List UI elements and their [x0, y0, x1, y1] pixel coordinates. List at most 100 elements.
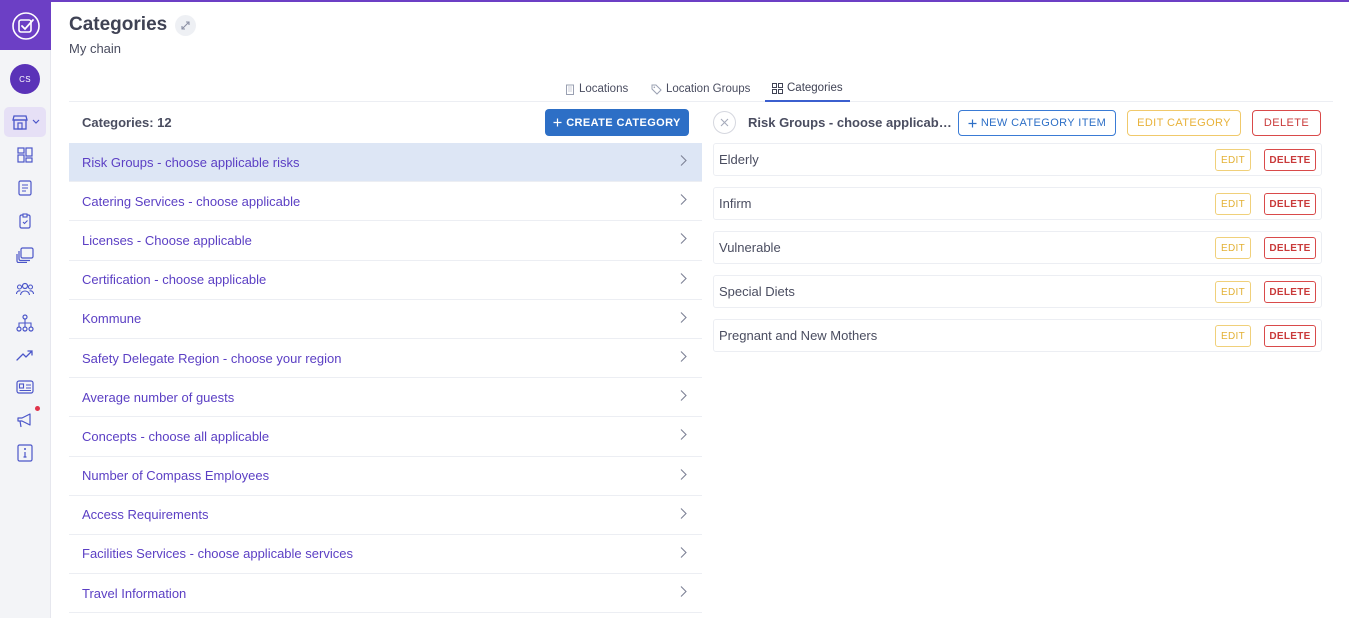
chevron-right-icon	[680, 586, 687, 601]
page-title: Categories	[69, 14, 168, 35]
page-subtitle: My chain	[69, 41, 122, 56]
new-category-item-button[interactable]: NEW CATEGORY ITEM	[958, 110, 1116, 136]
categories-count: Categories: 12	[82, 115, 172, 130]
hierarchy-icon	[16, 314, 34, 332]
category-row[interactable]: Facilities Services - choose applicable …	[69, 535, 702, 575]
building-icon	[565, 84, 575, 95]
sidebar-item-library[interactable]	[15, 245, 35, 265]
edit-category-button[interactable]: EDIT CATEGORY	[1127, 110, 1241, 136]
category-item-row: Pregnant and New Mothers EDIT DELETE	[713, 319, 1322, 352]
tab-label: Categories	[787, 82, 843, 94]
expand-arrows-icon	[181, 21, 190, 30]
category-item-label: Vulnerable	[719, 240, 781, 255]
tab-location-groups[interactable]: Location Groups	[651, 76, 750, 102]
chevron-right-icon	[680, 272, 687, 287]
chevron-right-icon	[680, 194, 687, 209]
category-row[interactable]: Concepts - choose all applicable	[69, 417, 702, 457]
category-item-list: Elderly EDIT DELETE Infirm EDIT DELETE Vulnera…	[713, 143, 1322, 363]
create-category-label: CREATE CATEGORY	[566, 116, 681, 129]
category-label: Certification - choose applicable	[82, 272, 267, 288]
chevron-right-icon	[680, 507, 687, 522]
category-list: Risk Groups - choose applicable risks Cat…	[69, 143, 702, 614]
category-row[interactable]: Travel Information	[69, 574, 702, 614]
category-detail-header: Risk Groups - choose applicable risks NE…	[712, 102, 1333, 142]
edit-item-button[interactable]: EDIT	[1215, 193, 1251, 215]
sidebar-item-users[interactable]	[15, 279, 35, 299]
info-icon	[17, 444, 33, 462]
delete-item-button[interactable]: DELETE	[1264, 325, 1316, 347]
delete-item-button[interactable]: DELETE	[1264, 193, 1316, 215]
tags-icon	[651, 84, 662, 95]
trend-up-icon	[16, 350, 33, 361]
category-row[interactable]: Access Requirements	[69, 496, 702, 535]
check-square-icon	[11, 12, 40, 40]
category-item-label: Pregnant and New Mothers	[719, 328, 878, 343]
create-category-button[interactable]: CREATE CATEGORY	[545, 109, 689, 136]
tab-label: Locations	[579, 83, 629, 95]
category-label: Average number of guests	[82, 389, 235, 405]
category-row[interactable]: Catering Services - choose applicable	[69, 182, 702, 222]
chevron-down-icon	[32, 119, 39, 124]
app-logo[interactable]	[0, 2, 51, 50]
sidebar-item-locations[interactable]	[4, 107, 46, 137]
category-label: Licenses - Choose applicable	[82, 232, 252, 248]
category-item-label: Elderly	[719, 152, 759, 167]
category-item-label: Special Diets	[719, 284, 795, 299]
categories-header: Categories: 12 CREATE CATEGORY	[69, 102, 702, 142]
sidebar-item-info[interactable]	[15, 443, 35, 463]
sidebar-item-profiles[interactable]	[15, 377, 35, 397]
category-item-row: Special Diets EDIT DELETE	[713, 275, 1322, 308]
category-row[interactable]: Average number of guests	[69, 378, 702, 418]
category-label: Travel Information	[82, 585, 187, 601]
expand-button[interactable]	[175, 15, 196, 36]
clipboard-icon	[19, 213, 31, 229]
category-row[interactable]: Kommune	[69, 300, 702, 339]
notification-dot	[35, 406, 40, 411]
tab-label: Location Groups	[666, 83, 751, 95]
category-row[interactable]: Number of Compass Employees	[69, 457, 702, 496]
users-icon	[16, 282, 34, 296]
category-row[interactable]: Risk Groups - choose applicable risks	[69, 143, 702, 183]
category-label: Safety Delegate Region - choose your reg…	[82, 350, 342, 366]
category-row[interactable]: Licenses - Choose applicable	[69, 221, 702, 261]
tab-locations[interactable]: Locations	[565, 76, 628, 102]
chevron-right-icon	[680, 351, 687, 366]
chevron-right-icon	[680, 468, 687, 483]
grid-icon	[772, 82, 783, 94]
sidebar-item-tasks[interactable]	[15, 211, 35, 231]
chevron-right-icon	[680, 546, 687, 561]
plus-icon	[553, 118, 562, 127]
category-row[interactable]: Safety Delegate Region - choose your reg…	[69, 339, 702, 379]
category-item-row: Elderly EDIT DELETE	[713, 143, 1322, 176]
category-item-row: Infirm EDIT DELETE	[713, 187, 1322, 220]
sidebar: CS	[0, 2, 51, 618]
category-item-row: Vulnerable EDIT DELETE	[713, 231, 1322, 264]
sidebar-item-dashboard[interactable]	[15, 145, 35, 165]
close-detail-button[interactable]	[713, 111, 736, 134]
edit-item-button[interactable]: EDIT	[1215, 237, 1251, 259]
selected-category-title: Risk Groups - choose applicable risks	[748, 115, 953, 130]
delete-item-button[interactable]: DELETE	[1264, 281, 1316, 303]
checklist-book-icon	[18, 180, 32, 196]
category-row[interactable]: Certification - choose applicable	[69, 261, 702, 300]
delete-category-button[interactable]: DELETE	[1252, 110, 1321, 136]
delete-item-button[interactable]: DELETE	[1264, 149, 1316, 171]
chevron-right-icon	[680, 155, 687, 170]
delete-item-button[interactable]: DELETE	[1264, 237, 1316, 259]
sidebar-item-organization[interactable]	[15, 313, 35, 333]
edit-item-button[interactable]: EDIT	[1215, 281, 1251, 303]
sidebar-item-checklists[interactable]	[15, 178, 35, 198]
id-card-icon	[16, 380, 34, 394]
tab-categories[interactable]: Categories	[765, 76, 850, 102]
edit-item-button[interactable]: EDIT	[1215, 149, 1251, 171]
category-label: Facilities Services - choose applicable …	[82, 546, 353, 562]
sidebar-item-announcements[interactable]	[15, 410, 35, 430]
edit-item-button[interactable]: EDIT	[1215, 325, 1251, 347]
category-label: Catering Services - choose applicable	[82, 193, 301, 209]
sidebar-item-reports[interactable]	[15, 345, 35, 365]
avatar[interactable]: CS	[10, 64, 40, 94]
category-label: Access Requirements	[82, 507, 209, 523]
new-category-item-label: NEW CATEGORY ITEM	[980, 117, 1107, 129]
plus-icon	[968, 119, 977, 127]
chevron-right-icon	[680, 311, 687, 326]
